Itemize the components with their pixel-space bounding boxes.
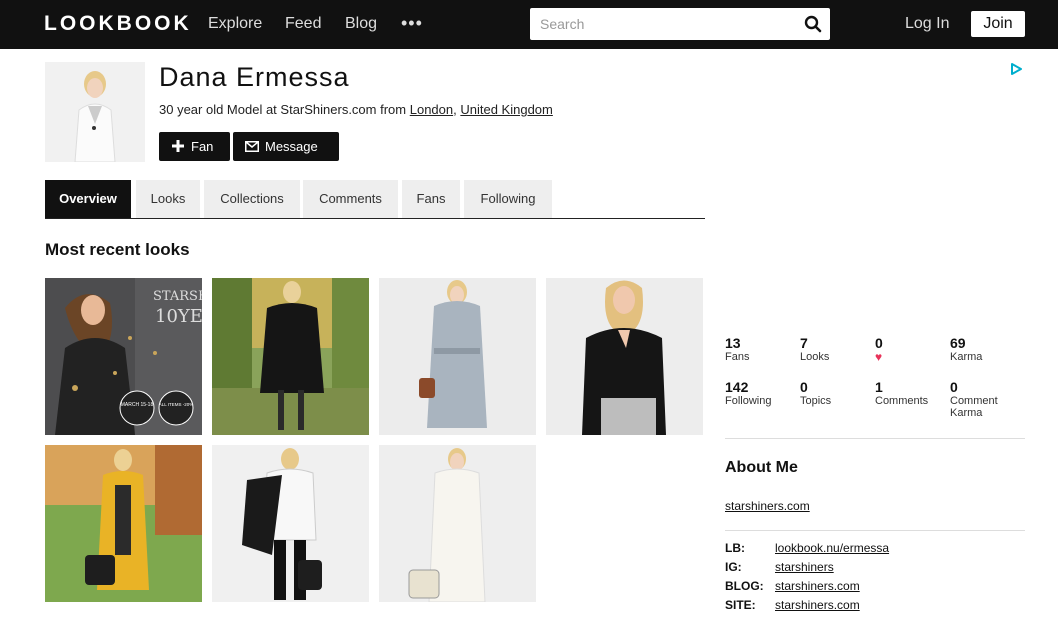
look-grey-belted-coat[interactable]: [379, 278, 536, 435]
lookbook-logo[interactable]: LOOKBOOK: [44, 12, 192, 36]
blog-link[interactable]: starshiners.com: [775, 579, 860, 593]
look-black-blouse[interactable]: [546, 278, 703, 435]
stat-value: 0: [800, 379, 808, 395]
tab-fans[interactable]: Fans: [402, 180, 460, 218]
look-photo: [212, 278, 369, 435]
search-icon[interactable]: [804, 15, 822, 33]
look-photo: [546, 278, 703, 435]
stat-label: Following: [725, 395, 772, 407]
stat-value: 0: [875, 335, 883, 351]
promo-discount-badge: ALL ITEMS -20%: [159, 402, 194, 407]
join-button[interactable]: Join: [971, 11, 1025, 37]
ad-choices-icon[interactable]: [1009, 62, 1023, 76]
website-link[interactable]: starshiners.com: [725, 499, 810, 513]
avatar[interactable]: [45, 62, 145, 162]
heart-icon: ♥: [875, 350, 883, 364]
profile-bio: 30 year old Model at StarShiners.com fro…: [159, 102, 553, 117]
site-link[interactable]: starshiners.com: [775, 598, 860, 612]
stat-value: 1: [875, 379, 883, 395]
look-photo: [45, 445, 202, 602]
promo-years-text: 10YEA: [155, 306, 202, 327]
message-button[interactable]: Message: [233, 132, 339, 161]
plus-icon: [171, 132, 185, 161]
stat-following[interactable]: 142 Following: [725, 379, 771, 407]
avatar-photo: [45, 62, 145, 162]
tab-collections[interactable]: Collections: [204, 180, 300, 218]
promo-date-badge: MARCH 15-18: [121, 402, 154, 408]
lookbook-link[interactable]: lookbook.nu/ermessa: [775, 541, 889, 555]
tab-overview[interactable]: Overview: [45, 180, 131, 218]
look-photo: STARSHINE 10YEA MARCH 15-18 ALL ITEMS -2…: [45, 278, 202, 435]
look-starshiners-promo[interactable]: STARSHINE 10YEA MARCH 15-18 ALL ITEMS -2…: [45, 278, 202, 435]
stat-value: 69: [950, 335, 966, 351]
envelope-icon: [245, 132, 259, 161]
nav-feed-link[interactable]: Feed: [285, 15, 321, 33]
look-black-coat-park[interactable]: [212, 278, 369, 435]
tab-following[interactable]: Following: [464, 180, 552, 218]
instagram-link[interactable]: starshiners: [775, 560, 834, 574]
look-leather-jacket[interactable]: [212, 445, 369, 602]
stat-comment-karma[interactable]: 0 Comment Karma: [950, 379, 1010, 419]
message-button-label: Message: [265, 139, 318, 154]
stat-value: 7: [800, 335, 808, 351]
stat-looks[interactable]: 7 Looks: [800, 335, 829, 363]
fan-button[interactable]: Fan: [159, 132, 230, 161]
search-box: [530, 8, 830, 40]
stat-label: Comments: [875, 395, 929, 407]
stat-comments[interactable]: 1 Comments: [875, 379, 928, 407]
stat-label: Karma: [950, 351, 983, 363]
profile-name: Dana Ermessa: [159, 62, 350, 92]
search-input[interactable]: [530, 8, 790, 40]
about-me-heading: About Me: [725, 459, 798, 476]
stat-topics[interactable]: 0 Topics: [800, 379, 831, 407]
look-photo: [379, 445, 536, 602]
stat-value: 13: [725, 335, 741, 351]
look-yellow-coat[interactable]: [45, 445, 202, 602]
social-key: LB:: [725, 541, 745, 555]
stat-hearts[interactable]: 0 ♥: [875, 335, 883, 363]
profile-tabs: Overview Looks Collections Comments Fans…: [45, 180, 705, 219]
top-navigation-bar: LOOKBOOK Explore Feed Blog ••• Log In Jo…: [0, 0, 1058, 49]
look-photo: [379, 278, 536, 435]
most-recent-looks-heading: Most recent looks: [45, 240, 190, 259]
city-link[interactable]: London: [410, 102, 453, 117]
look-white-coat[interactable]: [379, 445, 536, 602]
promo-brand-text: STARSHINE: [153, 289, 202, 304]
stat-label: Looks: [800, 351, 830, 363]
stat-karma[interactable]: 69 Karma: [950, 335, 982, 363]
more-menu-icon[interactable]: •••: [401, 13, 423, 34]
social-key: BLOG:: [725, 579, 764, 593]
tab-looks[interactable]: Looks: [136, 180, 200, 218]
divider: [725, 530, 1025, 531]
divider: [725, 438, 1025, 439]
nav-explore-link[interactable]: Explore: [208, 15, 262, 33]
tab-comments[interactable]: Comments: [303, 180, 398, 218]
stat-value: 0: [950, 379, 958, 395]
stat-label: Topics: [800, 395, 832, 407]
stat-value: 142: [725, 379, 749, 395]
look-photo: [212, 445, 369, 602]
fan-button-label: Fan: [191, 139, 214, 154]
stat-label: Comment Karma: [950, 395, 998, 419]
social-key: IG:: [725, 560, 742, 574]
nav-blog-link[interactable]: Blog: [345, 15, 377, 33]
login-link[interactable]: Log In: [905, 15, 949, 33]
stat-label: Fans: [725, 351, 750, 363]
social-key: SITE:: [725, 598, 756, 612]
bio-text: 30 year old Model at StarShiners.com fro…: [159, 102, 410, 117]
country-link[interactable]: United Kingdom: [460, 102, 553, 117]
stat-fans[interactable]: 13 Fans: [725, 335, 749, 363]
